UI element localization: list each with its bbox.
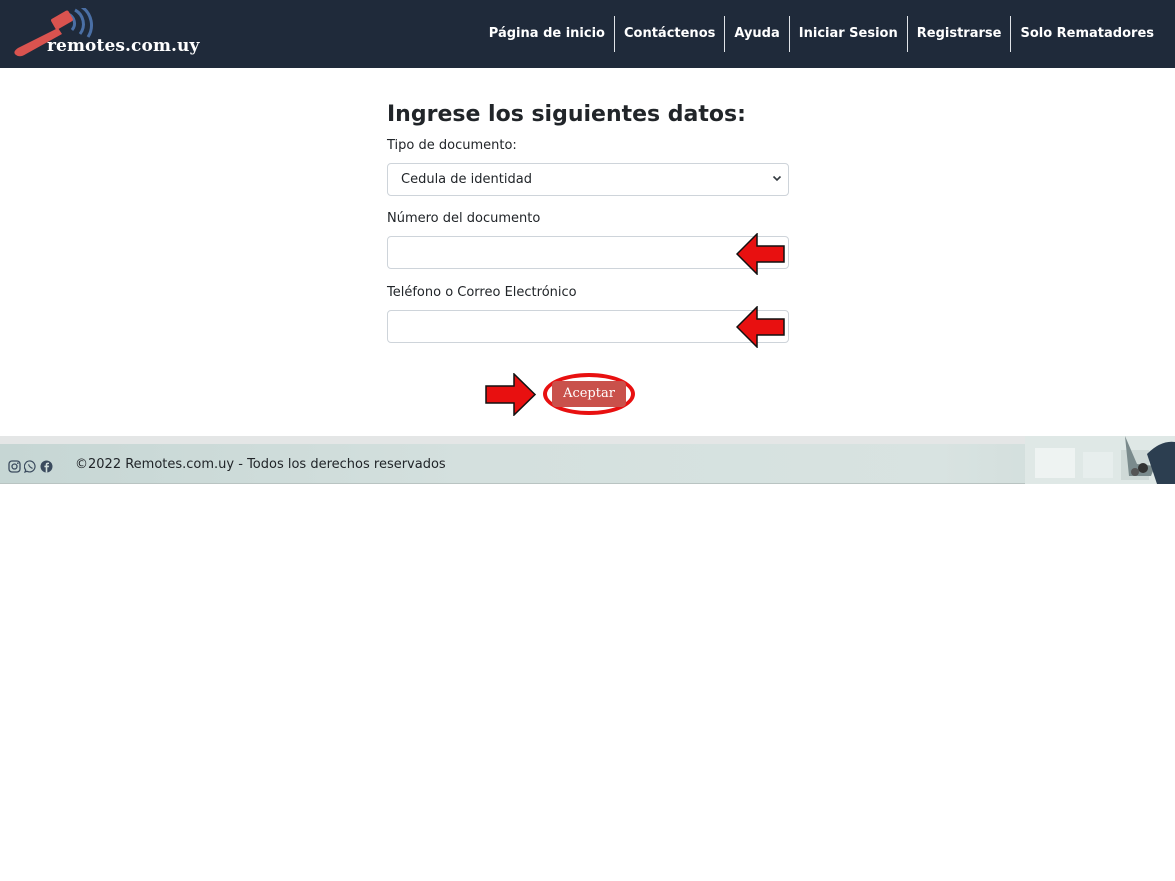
contact-input[interactable]: [387, 310, 789, 343]
doc-type-selected-value: Cedula de identidad: [401, 172, 532, 187]
red-arrow-left-icon: [736, 233, 785, 275]
contact-label: Teléfono o Correo Electrónico: [387, 285, 577, 300]
social-links: [8, 458, 53, 473]
doc-number-label: Número del documento: [387, 211, 541, 226]
form-title: Ingrese los siguientes datos:: [387, 102, 746, 127]
submit-area: Aceptar: [543, 373, 635, 415]
nav-auctioneers[interactable]: Solo Rematadores: [1011, 16, 1163, 52]
doc-type-label: Tipo de documento:: [387, 138, 517, 153]
nav-register[interactable]: Registrarse: [908, 16, 1011, 52]
main-nav: Página de inicio Contáctenos Ayuda Inici…: [480, 16, 1163, 52]
doc-number-input[interactable]: [387, 236, 789, 269]
chevron-down-icon: [772, 175, 782, 182]
facebook-icon[interactable]: [40, 458, 53, 473]
identity-form: Ingrese los siguientes datos: Tipo de do…: [387, 100, 789, 343]
instagram-icon[interactable]: [8, 458, 21, 473]
brand-name: remotes.com.uy: [47, 36, 200, 56]
red-arrow-right-icon: [485, 373, 536, 416]
footer-divider: [0, 436, 1175, 444]
footer-photo: [1025, 436, 1175, 484]
accept-button[interactable]: Aceptar: [552, 381, 626, 407]
nav-login[interactable]: Iniciar Sesion: [790, 16, 907, 52]
copyright-text: ©2022 Remotes.com.uy - Todos los derecho…: [75, 457, 446, 472]
top-navbar: remotes.com.uy Página de inicio Contácte…: [0, 0, 1175, 68]
nav-contact[interactable]: Contáctenos: [615, 16, 724, 52]
whatsapp-icon[interactable]: [23, 458, 37, 473]
doc-type-select[interactable]: Cedula de identidad: [387, 163, 789, 196]
nav-help[interactable]: Ayuda: [725, 16, 788, 52]
nav-home[interactable]: Página de inicio: [480, 16, 614, 52]
brand-logo[interactable]: remotes.com.uy: [10, 8, 200, 60]
red-arrow-left-icon: [736, 306, 785, 348]
footer: ©2022 Remotes.com.uy - Todos los derecho…: [0, 436, 1175, 484]
